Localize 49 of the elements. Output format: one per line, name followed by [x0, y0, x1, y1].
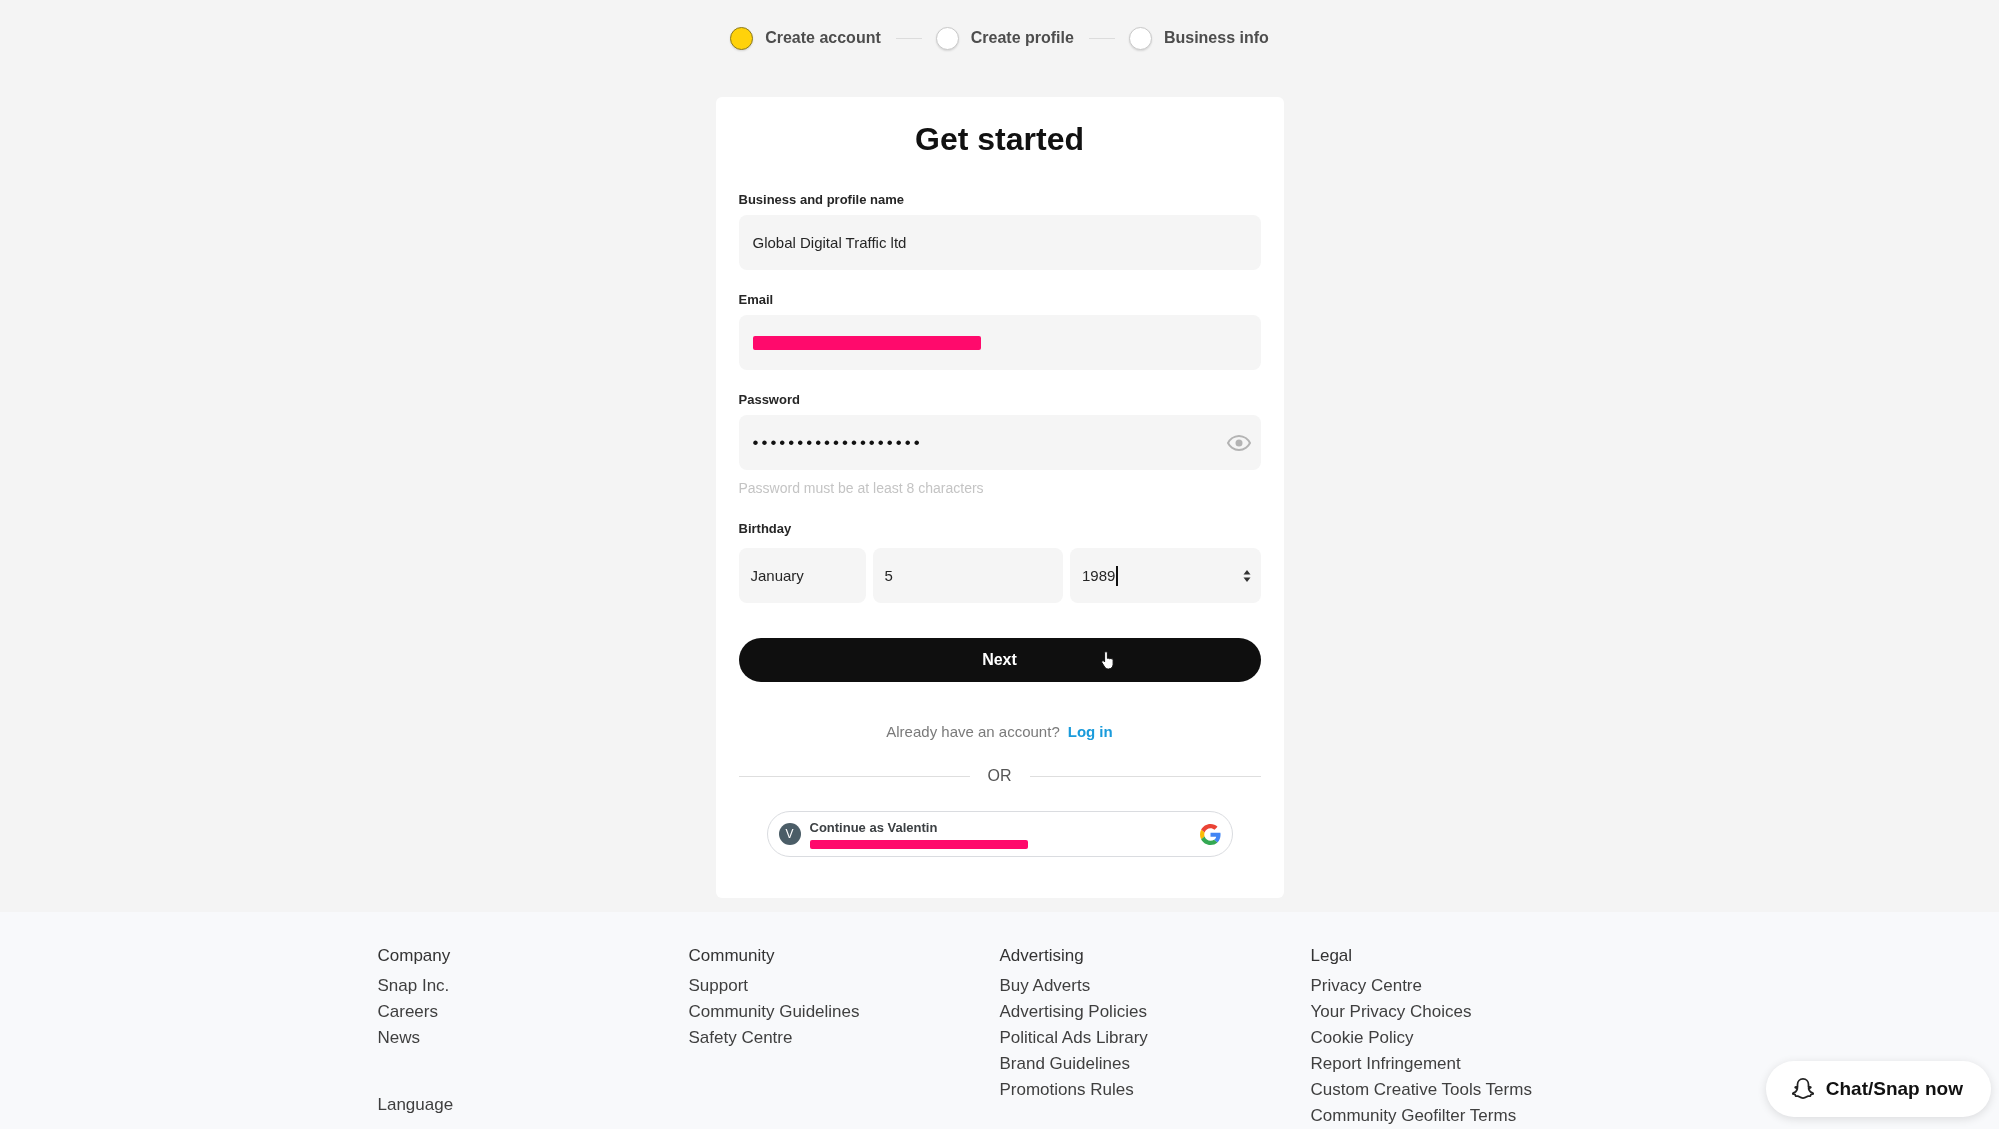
hand-cursor-icon [1100, 650, 1117, 671]
footer-heading: Legal [1310, 945, 1353, 967]
footer-heading: Company [377, 945, 451, 967]
footer-link[interactable]: Your Privacy Choices [1310, 999, 1472, 1025]
g-logo-icon [1199, 823, 1221, 845]
day-field[interactable]: 5 [872, 548, 1063, 603]
year-field[interactable]: 1989 [1070, 548, 1261, 603]
footer-link[interactable]: Community Geofilter Terms [1310, 1103, 1517, 1129]
footer-link[interactable]: Custom Creative Tools Terms [1310, 1077, 1532, 1103]
footer-link[interactable]: Buy Adverts [999, 973, 1091, 999]
footer-link[interactable]: Report Infringement [1310, 1051, 1461, 1077]
divider-label: OR [987, 766, 1012, 786]
field-label: Email [738, 292, 774, 308]
form-title: Get started [915, 120, 1084, 159]
footer-link[interactable]: Cookie Policy [1310, 1025, 1414, 1051]
footer-link[interactable]: News [377, 1025, 420, 1051]
footer-link[interactable]: Brand Guidelines [999, 1051, 1130, 1077]
login-prompt: Already have an account? [886, 722, 1060, 742]
chat-button[interactable]: Chat/Snap now [1765, 1061, 1991, 1117]
footer-link[interactable]: Promotions Rules [999, 1077, 1134, 1103]
name-input[interactable]: Global Digital Traffic ltd [738, 215, 1261, 270]
footer-heading: Community [688, 945, 775, 967]
footer-link[interactable]: Advertising Policies [999, 999, 1147, 1025]
footer-link[interactable]: Safety Centre [688, 1025, 793, 1051]
footer-heading: Advertising [999, 945, 1084, 967]
step-label: Business info [1163, 28, 1269, 48]
continue-account-button[interactable]: V Continue as Valentin [766, 811, 1233, 857]
field-label: Password [738, 392, 800, 408]
spinner-arrows-icon[interactable] [1242, 568, 1251, 583]
footer-link[interactable]: Support [688, 973, 749, 999]
account-name: Continue as Valentin [809, 819, 939, 836]
ghost-icon [1791, 1078, 1814, 1100]
step-label: Create profile [970, 28, 1074, 48]
footer-link[interactable]: Privacy Centre [1310, 973, 1422, 999]
language-link[interactable]: Language [377, 1092, 454, 1118]
email-input[interactable] [738, 315, 1261, 370]
field-hint: Password must be at least 8 characters [738, 479, 984, 497]
footer-link[interactable]: Snap Inc. [377, 973, 450, 999]
next-button[interactable]: Next [738, 638, 1261, 682]
avatar: V [778, 823, 801, 845]
field-label: Birthday [738, 521, 792, 537]
footer-link[interactable]: Careers [377, 999, 438, 1025]
password-input[interactable]: ••••••••••••••••••• [738, 415, 1261, 470]
footer-link[interactable]: Political Ads Library [999, 1025, 1148, 1051]
month-field[interactable]: January [738, 548, 866, 603]
eye-icon[interactable] [1226, 434, 1251, 451]
step-label: Create account [765, 28, 881, 48]
field-label: Business and profile name [738, 192, 904, 208]
footer-link[interactable]: Community Guidelines [688, 999, 860, 1025]
